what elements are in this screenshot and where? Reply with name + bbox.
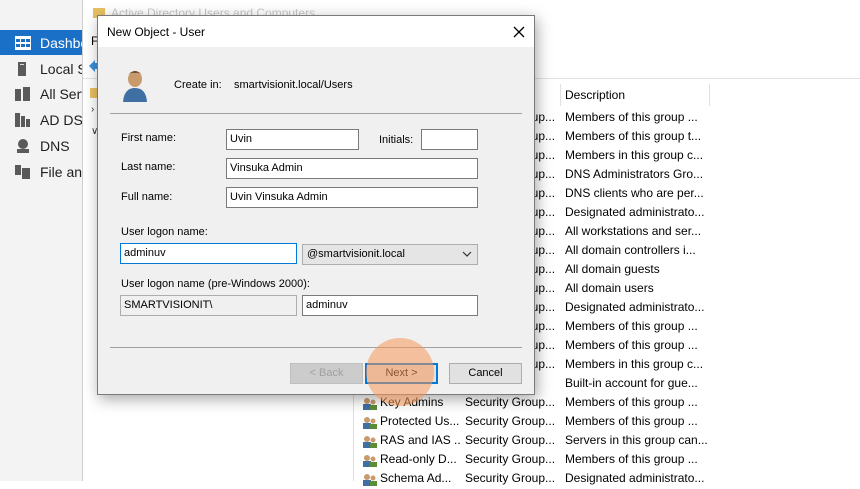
sidebar-item-dashboard[interactable]: Dashboard: [0, 30, 84, 55]
sidebar-item-label: DNS: [40, 137, 70, 154]
sidebar-item-dns[interactable]: DNS: [0, 133, 84, 158]
domain-suffix-value: @smartvisionit.local: [307, 248, 405, 260]
sidebar-item-ad-ds[interactable]: AD DS: [0, 107, 84, 132]
row-description: Members of this group ...: [565, 452, 698, 466]
full-name-field[interactable]: Uvin Vinsuka Admin: [226, 187, 478, 208]
row-description: Members of this group ...: [565, 319, 698, 333]
row-type: Security Group...: [465, 395, 555, 409]
pre2000-logon-field[interactable]: adminuv: [302, 295, 478, 316]
back-button[interactable]: < Back: [290, 363, 363, 384]
create-in-path: smartvisionit.local/Users: [234, 79, 353, 91]
row-description: All domain guests: [565, 262, 660, 276]
row-description: Members of this group ...: [565, 338, 698, 352]
row-description: DNS clients who are per...: [565, 186, 704, 200]
dialog-titlebar: New Object - User: [98, 16, 534, 47]
pre2000-label: User logon name (pre-Windows 2000):: [121, 278, 310, 290]
sidebar-item-local-server[interactable]: Local Server: [0, 56, 84, 81]
row-description: All domain controllers i...: [565, 243, 696, 257]
group-icon: [363, 398, 377, 410]
domain-suffix-select[interactable]: @smartvisionit.local: [302, 244, 478, 265]
ad-ds-icon: [15, 112, 30, 127]
chevron-down-icon: [462, 251, 472, 257]
group-icon: [363, 455, 377, 467]
column-divider[interactable]: [709, 84, 710, 106]
create-in-label: Create in:: [174, 79, 222, 91]
logon-name-label: User logon name:: [121, 226, 208, 238]
row-type: Security Group...: [465, 414, 555, 428]
row-description: Members of this group ...: [565, 395, 698, 409]
file-storage-icon: [15, 164, 30, 179]
table-row[interactable]: Schema Ad... Security Group... Designated …: [354, 470, 860, 489]
row-description: Built-in account for gue...: [565, 376, 698, 390]
row-description: Members in this group c...: [565, 357, 704, 371]
row-description: Members of this group t...: [565, 129, 702, 143]
row-description: Members in this group c...: [565, 148, 704, 162]
row-description: Designated administrato...: [565, 205, 705, 219]
row-description: Members of this group ...: [565, 110, 698, 124]
row-type: Security Group...: [465, 471, 555, 485]
dashboard-grid-icon: [15, 35, 31, 50]
table-row[interactable]: Protected Us... Security Group... Members …: [354, 413, 860, 432]
row-name: Key Admins: [380, 395, 444, 409]
row-description: Designated administrato...: [565, 471, 705, 485]
group-icon: [363, 474, 377, 486]
next-button[interactable]: Next >: [365, 363, 438, 384]
row-name: Protected Us...: [380, 414, 460, 428]
last-name-label: Last name:: [121, 161, 176, 173]
row-type: Security Group...: [465, 433, 555, 447]
local-server-icon: [18, 61, 26, 76]
close-icon: [513, 26, 525, 37]
sidebar-item-label: Local Server: [40, 60, 84, 77]
row-type: Security Group...: [465, 452, 555, 466]
pre2000-domain-field: SMARTVISIONIT\: [120, 295, 297, 316]
close-button[interactable]: [504, 16, 534, 47]
row-name: Read-only D...: [380, 452, 457, 466]
last-name-field[interactable]: Vinsuka Admin: [226, 158, 478, 179]
cancel-button[interactable]: Cancel: [449, 363, 522, 384]
row-description: All workstations and ser...: [565, 224, 702, 238]
sidebar-item-file-storage[interactable]: File and Storage Services: [0, 159, 84, 184]
logon-name-field[interactable]: adminuv: [120, 243, 297, 264]
table-row[interactable]: Read-only D... Security Group... Members o…: [354, 451, 860, 470]
column-header-description[interactable]: Description: [565, 84, 625, 106]
row-description: All domain users: [565, 281, 654, 295]
table-row[interactable]: Key Admins Security Group... Members of th…: [354, 394, 860, 413]
dns-icon: [17, 138, 29, 153]
sidebar-item-label: Dashboard: [40, 34, 84, 51]
row-description: Servers in this group can...: [565, 433, 708, 447]
sidebar-item-all-servers[interactable]: All Servers: [0, 81, 84, 106]
sidebar-item-label: AD DS: [40, 111, 83, 128]
column-divider[interactable]: [560, 84, 561, 106]
divider: [110, 113, 522, 114]
all-servers-icon: [15, 86, 30, 101]
first-name-label: First name:: [121, 132, 177, 144]
divider: [110, 347, 522, 348]
row-name: RAS and IAS ...: [380, 433, 460, 447]
group-icon: [363, 417, 377, 429]
full-name-label: Full name:: [121, 191, 173, 203]
row-description: DNS Administrators Gro...: [565, 167, 704, 181]
row-description: Designated administrato...: [565, 300, 705, 314]
collapse-chevron-icon[interactable]: ›: [91, 104, 94, 115]
sidebar-item-label: File and Storage Services: [40, 163, 84, 180]
initials-field[interactable]: [421, 129, 478, 150]
new-object-user-dialog: New Object - User Create in: smartvision…: [97, 15, 535, 395]
initials-label: Initials:: [379, 134, 414, 146]
first-name-field[interactable]: Uvin: [226, 129, 359, 150]
user-icon: [123, 71, 147, 102]
group-icon: [363, 436, 377, 448]
dialog-title: New Object - User: [107, 25, 206, 39]
server-manager-sidebar: Dashboard Local Server All Servers AD DS…: [0, 0, 84, 481]
table-row[interactable]: RAS and IAS ... Security Group... Servers …: [354, 432, 860, 451]
row-description: Members of this group ...: [565, 414, 698, 428]
sidebar-item-label: All Servers: [40, 85, 84, 102]
row-name: Schema Ad...: [380, 471, 452, 485]
